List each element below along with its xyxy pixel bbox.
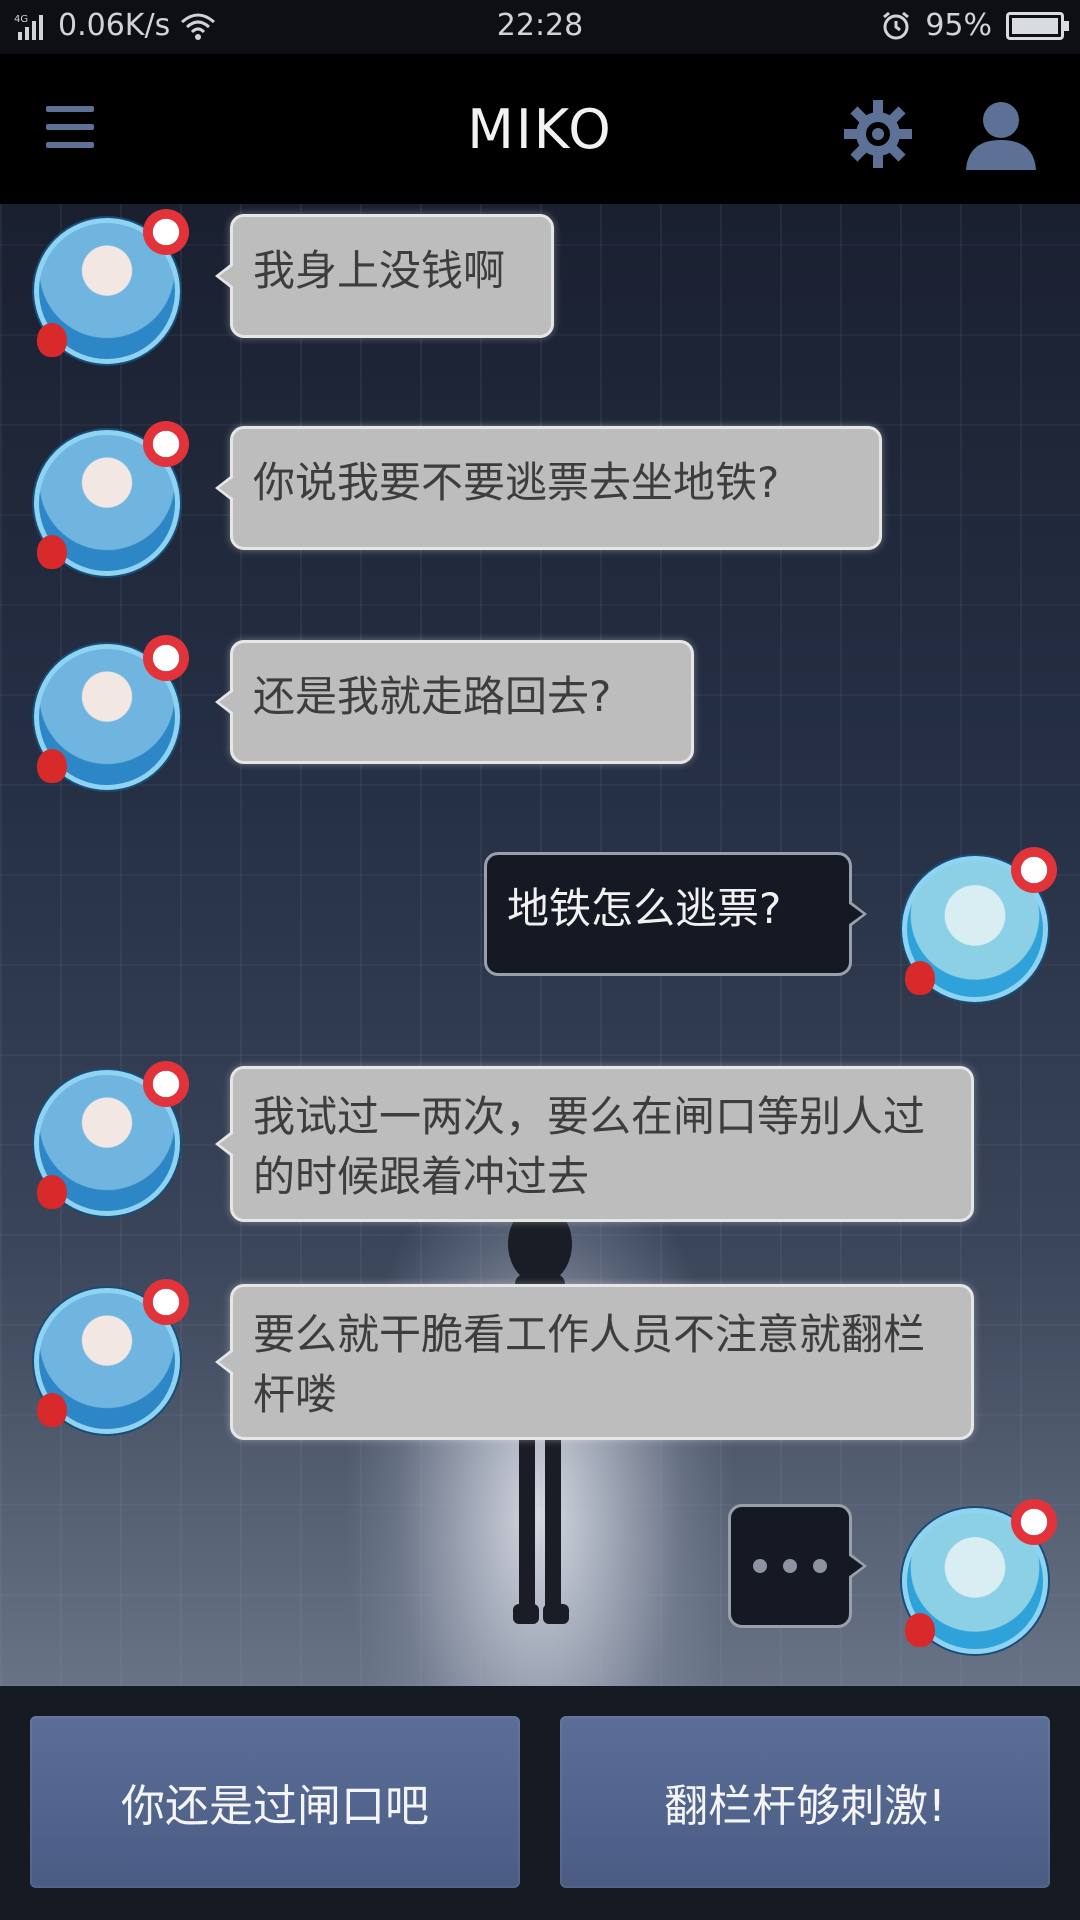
battery-icon [1006,11,1069,40]
avatar-miko[interactable] [34,1279,189,1434]
typing-dots [731,1507,849,1625]
avatar-miko[interactable] [34,1061,189,1216]
message-bubble-mine: 地铁怎么逃票? [484,852,867,976]
message-bubble: 要么就干脆看工作人员不注意就翻栏杆喽 [215,1284,974,1440]
message-bubble: 我试过一两次，要么在闸口等别人过的时候跟着冲过去 [215,1066,974,1222]
avatar-miko[interactable] [34,209,189,364]
avatar-player[interactable] [902,847,1057,1002]
avatar-miko[interactable] [34,635,189,790]
game-screen: 4G 0.06K/s 22:28 95% MIKO 我身上没钱啊 你说我要不要逃… [0,0,1080,1920]
app-title: MIKO [467,98,613,161]
status-bar: 4G 0.06K/s 22:28 95% [0,0,1080,54]
chat-area[interactable]: 我身上没钱啊 你说我要不要逃票去坐地铁? 还是我就走路回去? 地铁怎么逃票? 我… [0,204,1080,1686]
user-icon[interactable] [962,98,1040,172]
gear-icon[interactable] [842,98,914,170]
reply-options: 你还是过闸口吧 翻栏杆够刺激! [0,1686,1080,1920]
reply-option-2-button[interactable]: 翻栏杆够刺激! [560,1716,1050,1888]
status-right: 95% [881,8,1069,43]
message-bubble: 你说我要不要逃票去坐地铁? [215,426,882,550]
avatar-miko[interactable] [34,421,189,576]
alarm-icon [883,11,910,39]
avatar-player[interactable] [902,1499,1057,1654]
message-bubble: 还是我就走路回去? [215,640,694,764]
typing-indicator [728,1504,867,1628]
reply-option-1-button[interactable]: 你还是过闸口吧 [30,1716,520,1888]
app-bar: MIKO [0,54,1080,204]
message-bubble: 我身上没钱啊 [215,214,554,338]
battery-percent: 95% [925,8,992,43]
